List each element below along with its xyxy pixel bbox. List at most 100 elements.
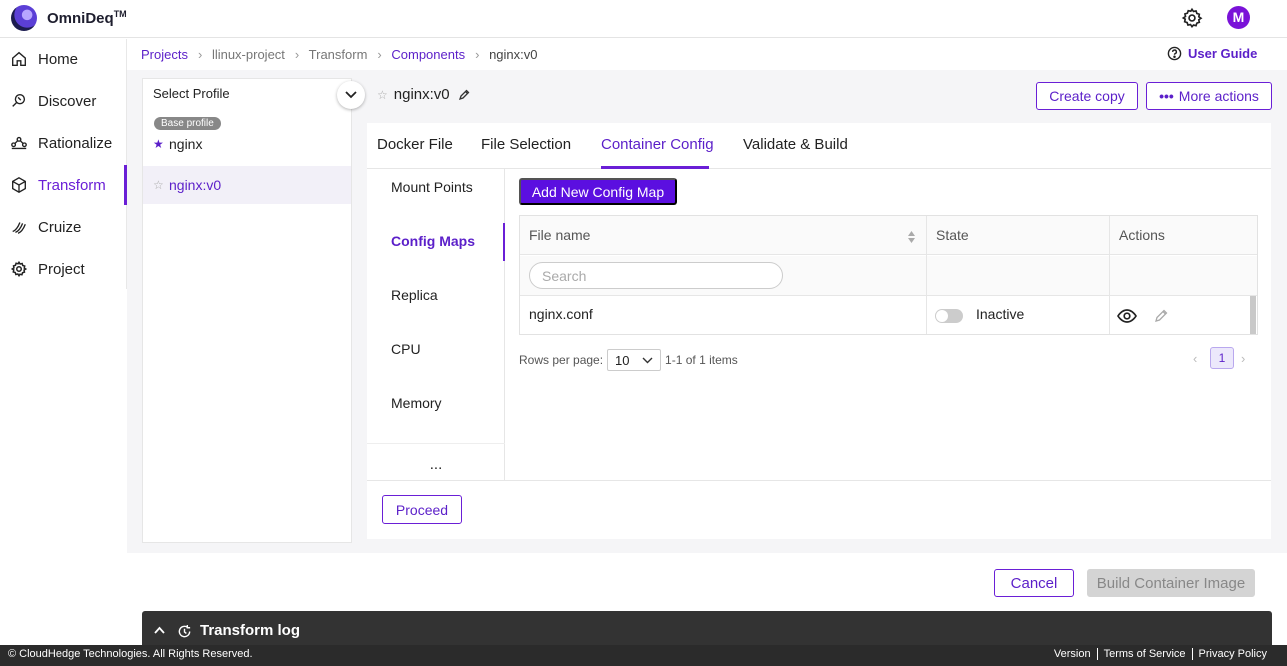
add-config-map-button[interactable]: Add New Config Map (519, 178, 677, 205)
transform-log-title: Transform log (200, 622, 301, 639)
user-avatar[interactable]: M (1227, 6, 1250, 29)
cube-icon (12, 177, 26, 193)
footer-link-version[interactable]: Version (1048, 648, 1097, 660)
filter-row (520, 256, 1257, 296)
chevron-down-icon (345, 91, 357, 99)
star-filled-icon: ★ (153, 137, 164, 151)
rows-per-page-select[interactable]: 10 (607, 349, 662, 371)
home-icon (12, 51, 26, 66)
sidebar-item-transform[interactable]: Transform (0, 165, 127, 205)
select-profile-dropdown[interactable]: Select Profile (143, 79, 365, 111)
sidebar-item-cruize[interactable]: Cruize (0, 207, 127, 247)
sort-icon[interactable] (907, 230, 916, 244)
user-guide-link[interactable]: User Guide (1167, 46, 1257, 61)
breadcrumb-projects[interactable]: Projects (141, 47, 188, 62)
omnideq-logo[interactable] (11, 5, 37, 31)
sidebar-label-project: Project (38, 260, 85, 278)
pagination-bar: Rows per page: 10 1-1 of 1 items (519, 349, 738, 371)
top-bar: OmniDeqTM M (0, 0, 1287, 38)
more-dots-icon: ••• (1159, 88, 1174, 104)
sidebar-label-cruize: Cruize (38, 218, 82, 236)
footer-links: Version Terms of Service Privacy Policy (1048, 648, 1273, 660)
chevron-down-icon (642, 357, 653, 363)
tab-validate-build[interactable]: Validate & Build (743, 136, 848, 153)
view-eye-icon[interactable] (1117, 308, 1137, 324)
cancel-button[interactable]: Cancel (994, 569, 1074, 597)
profile-item-nginx-v0[interactable]: ☆ nginx:v0 (143, 166, 351, 204)
breadcrumb-project: llinux-project (211, 47, 285, 62)
tab-container-config[interactable]: Container Config (601, 136, 714, 153)
sidebar-item-rationalize[interactable]: Rationalize (0, 123, 127, 163)
next-page-icon[interactable]: › (1241, 351, 1245, 366)
column-header-state: State (927, 216, 1110, 255)
select-profile-label: Select Profile (153, 86, 230, 101)
rows-per-page-value: 10 (615, 352, 630, 368)
sidebar-item-project[interactable]: Project (0, 249, 127, 289)
breadcrumb-components[interactable]: Components (391, 47, 465, 62)
help-circle-icon (1167, 46, 1182, 61)
sidebar-item-discover[interactable]: Discover (0, 81, 127, 121)
page-number-button[interactable]: 1 (1210, 347, 1234, 369)
subnav-replica[interactable]: Replica (391, 287, 438, 303)
column-header-file-name[interactable]: File name (520, 216, 927, 255)
tab-docker-file[interactable]: Docker File (377, 136, 453, 153)
column-header-actions: Actions (1110, 216, 1257, 255)
subnav-config-maps[interactable]: Config Maps (391, 233, 475, 249)
breadcrumb-current: nginx:v0 (489, 47, 538, 62)
cell-state: Inactive (976, 306, 1025, 322)
config-maps-table: File name State Actions nginx.conf Inact… (519, 215, 1258, 335)
gear-icon (10, 260, 28, 278)
star-outline-icon: ☆ (153, 178, 164, 192)
component-title: ☆ nginx:v0 (377, 86, 470, 103)
refresh-log-icon (178, 624, 191, 638)
sidebar-item-home[interactable]: Home (0, 39, 127, 79)
settings-gear-icon[interactable] (1181, 7, 1203, 29)
cell-file-name: nginx.conf (529, 306, 593, 322)
cruize-icon (12, 222, 26, 234)
chevron-up-icon[interactable] (154, 626, 165, 634)
tab-bar: Docker File File Selection Container Con… (367, 123, 1271, 169)
create-copy-button[interactable]: Create copy (1036, 82, 1138, 110)
config-subnav: Mount Points Config Maps Replica CPU Mem… (367, 169, 505, 480)
profile-label: nginx (169, 136, 203, 152)
discover-icon (12, 94, 26, 107)
search-input[interactable] (529, 262, 783, 289)
profile-chevron-button[interactable] (337, 81, 365, 109)
sidebar-label-transform: Transform (38, 176, 106, 194)
pagination-range: 1-1 of 1 items (665, 353, 738, 367)
state-toggle[interactable] (935, 309, 963, 323)
more-actions-label: More actions (1178, 88, 1259, 104)
profile-label: nginx:v0 (169, 177, 222, 193)
column-divider (1109, 216, 1110, 334)
tab-file-selection[interactable]: File Selection (481, 136, 571, 153)
rows-per-page-label: Rows per page: (519, 353, 604, 367)
sidebar-label-home: Home (38, 50, 79, 68)
user-guide-label: User Guide (1188, 46, 1258, 61)
subnav-memory[interactable]: Memory (391, 395, 442, 411)
edit-pencil-icon[interactable] (1154, 308, 1169, 323)
footer-link-terms[interactable]: Terms of Service (1096, 648, 1192, 660)
component-name: nginx:v0 (393, 86, 450, 103)
rationalize-icon (11, 136, 27, 150)
build-container-image-button[interactable]: Build Container Image (1087, 569, 1255, 597)
more-actions-button[interactable]: ••• More actions (1146, 82, 1272, 110)
subnav-more-button[interactable]: ... (367, 443, 505, 481)
brand-name: OmniDeqTM (47, 9, 127, 27)
footer-link-privacy[interactable]: Privacy Policy (1191, 648, 1273, 660)
proceed-button[interactable]: Proceed (382, 495, 462, 524)
subnav-mount-points[interactable]: Mount Points (391, 179, 473, 195)
breadcrumb: Projects › llinux-project › Transform › Com… (141, 47, 538, 62)
subnav-cpu[interactable]: CPU (391, 341, 421, 357)
sidebar-label-discover: Discover (38, 92, 97, 110)
prev-page-icon[interactable]: ‹ (1193, 351, 1197, 366)
star-outline-icon[interactable]: ☆ (377, 88, 388, 102)
sidebar-label-rationalize: Rationalize (38, 134, 113, 152)
profile-panel: Select Profile Base profile ★ nginx ☆ ng… (142, 78, 365, 543)
column-label: File name (529, 227, 591, 243)
edit-pencil-icon[interactable] (458, 89, 470, 101)
active-tab-indicator (601, 166, 709, 169)
copyright-text: © CloudHedge Technologies. All Rights Re… (8, 648, 253, 660)
table-scrollbar[interactable] (1250, 296, 1256, 334)
profile-item-nginx[interactable]: ★ nginx (143, 125, 351, 163)
active-subnav-indicator (503, 223, 505, 261)
